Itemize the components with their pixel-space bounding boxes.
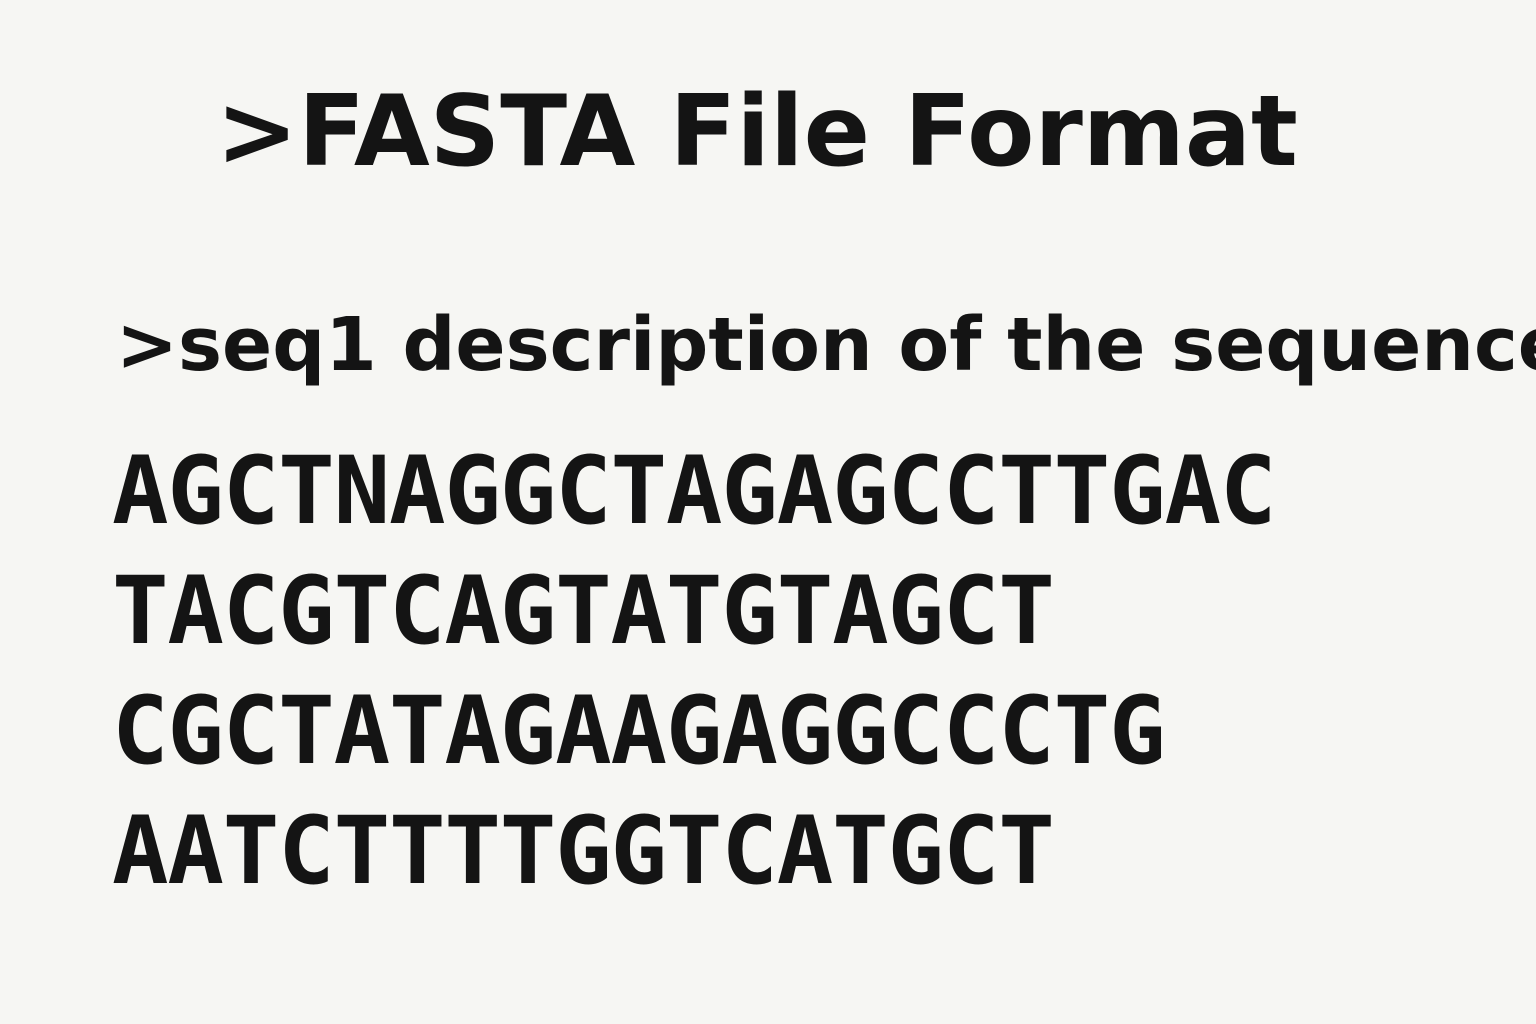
fasta-header-line: >seq1 description of the sequence <box>116 302 1536 388</box>
sequence-block: AGCTNAGGCTAGAGCCTTGAC TACGTCAGTATGTAGCT … <box>112 432 1276 912</box>
sequence-line-4: AATCTTTTGGTCATGCT <box>112 797 1055 906</box>
sequence-line-1: AGCTNAGGCTAGAGCCTTGAC <box>112 437 1276 546</box>
sequence-line-2: TACGTCAGTATGTAGCT <box>112 557 1055 666</box>
sequence-line-3: CGCTATAGAAGAGGCCCTG <box>112 677 1166 786</box>
fasta-document: >FASTA File Format >seq1 description of … <box>0 0 1536 1024</box>
page-title: >FASTA File Format <box>216 75 1298 189</box>
